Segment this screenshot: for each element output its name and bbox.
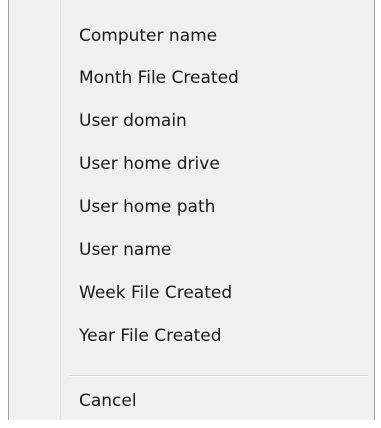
menu-item-year-file-created[interactable]: Year File Created [79,326,222,346]
menu-item-cancel[interactable]: Cancel [79,391,137,411]
menu-item-user-home-drive[interactable]: User home drive [79,154,220,174]
menu-separator [69,375,368,377]
context-menu: Computer name Month File Created User do… [8,0,375,420]
menu-item-user-domain[interactable]: User domain [79,111,187,131]
menu-icon-gutter [9,0,61,420]
menu-item-user-name[interactable]: User name [79,240,171,260]
menu-item-week-file-created[interactable]: Week File Created [79,283,232,303]
menu-item-user-home-path[interactable]: User home path [79,197,215,217]
menu-item-computer-name[interactable]: Computer name [79,26,217,46]
menu-item-month-file-created[interactable]: Month File Created [79,68,239,88]
